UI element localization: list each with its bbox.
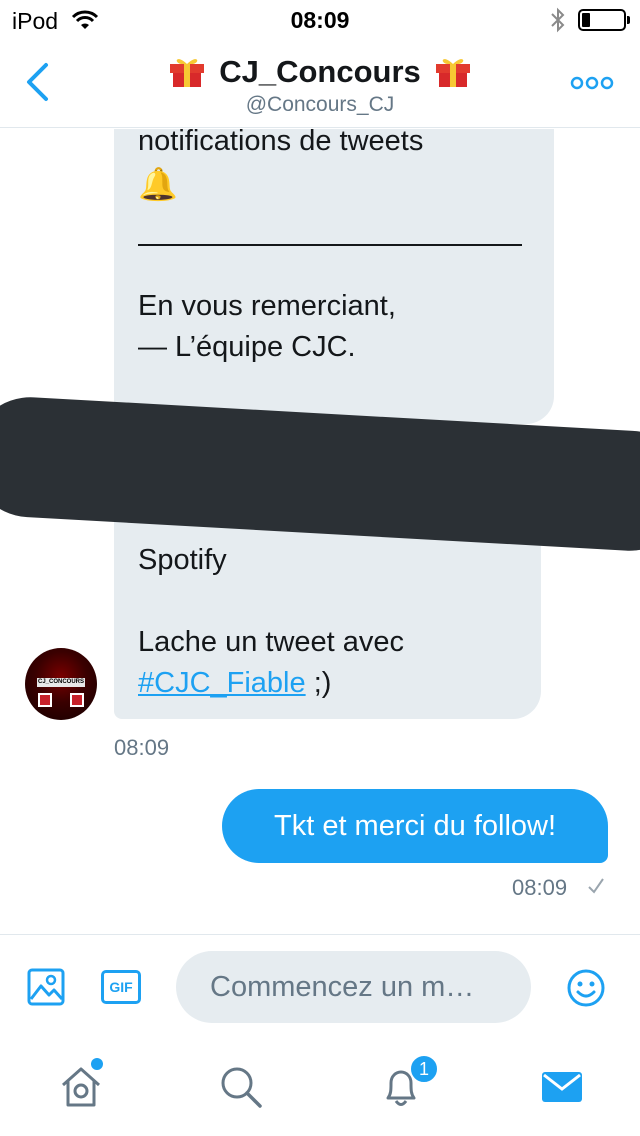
home-icon xyxy=(62,1067,100,1107)
gift-icon xyxy=(436,59,471,87)
divider xyxy=(138,244,522,246)
message-suffix: ;) xyxy=(305,667,332,699)
more-dots-icon xyxy=(570,76,614,90)
tab-messages[interactable] xyxy=(540,1064,584,1115)
battery-icon xyxy=(578,9,630,31)
search-icon xyxy=(221,1067,262,1108)
avatar[interactable]: CJ_CONCOURS xyxy=(25,648,97,720)
message-thread[interactable]: notifications de tweets 🔔 En vous remerc… xyxy=(0,129,640,934)
sent-check-icon xyxy=(587,877,605,900)
incoming-message-bubble[interactable]: Spotify Lache un tweet avec #CJC_Fiable … xyxy=(114,519,541,719)
message-line: Lache un tweet avec xyxy=(138,626,405,658)
message-timestamp: 08:09 xyxy=(114,735,170,760)
bluetooth-icon xyxy=(550,6,566,39)
hashtag-link[interactable]: #CJC_Fiable xyxy=(138,667,306,699)
tab-bar: 1 xyxy=(0,1036,640,1136)
new-content-dot xyxy=(91,1058,103,1070)
more-options-button[interactable] xyxy=(570,76,614,95)
message-timestamp: 08:09 xyxy=(512,875,568,900)
message-composer: GIF xyxy=(0,934,640,1036)
message-input[interactable] xyxy=(176,951,531,1023)
gif-button[interactable]: GIF xyxy=(101,970,141,1004)
message-line: #CJC_Fiable ;) xyxy=(138,663,517,704)
page-title[interactable]: CJ_Concours xyxy=(0,52,640,90)
notification-badge: 1 xyxy=(409,1054,439,1084)
gift-icon xyxy=(169,59,204,87)
message-line: notifications de tweets xyxy=(138,129,424,157)
gift-icon xyxy=(70,693,84,707)
contact-handle: @Concours_CJ xyxy=(245,93,395,116)
image-icon[interactable] xyxy=(27,968,65,1011)
conversation-header: CJ_Concours @Concours_CJ xyxy=(0,40,640,128)
tab-home[interactable] xyxy=(58,1064,104,1115)
redaction-overlay xyxy=(0,393,640,555)
emoji-icon[interactable] xyxy=(566,968,606,1013)
incoming-message-bubble[interactable]: notifications de tweets 🔔 En vous remerc… xyxy=(114,129,554,424)
message-line: En vous remerciant, xyxy=(138,290,396,322)
message-line: — L’équipe CJC. xyxy=(138,331,356,363)
contact-name: CJ_Concours xyxy=(219,54,421,89)
outgoing-message-bubble[interactable]: Tkt et merci du follow! xyxy=(222,789,608,863)
bell-icon: 🔔 xyxy=(138,166,178,202)
status-bar: iPod 08:09 xyxy=(0,0,640,40)
tab-search[interactable] xyxy=(218,1064,264,1115)
avatar-label: CJ_CONCOURS xyxy=(37,678,85,687)
gift-icon xyxy=(38,693,52,707)
status-time: 08:09 xyxy=(290,7,350,33)
envelope-icon xyxy=(542,1072,582,1102)
